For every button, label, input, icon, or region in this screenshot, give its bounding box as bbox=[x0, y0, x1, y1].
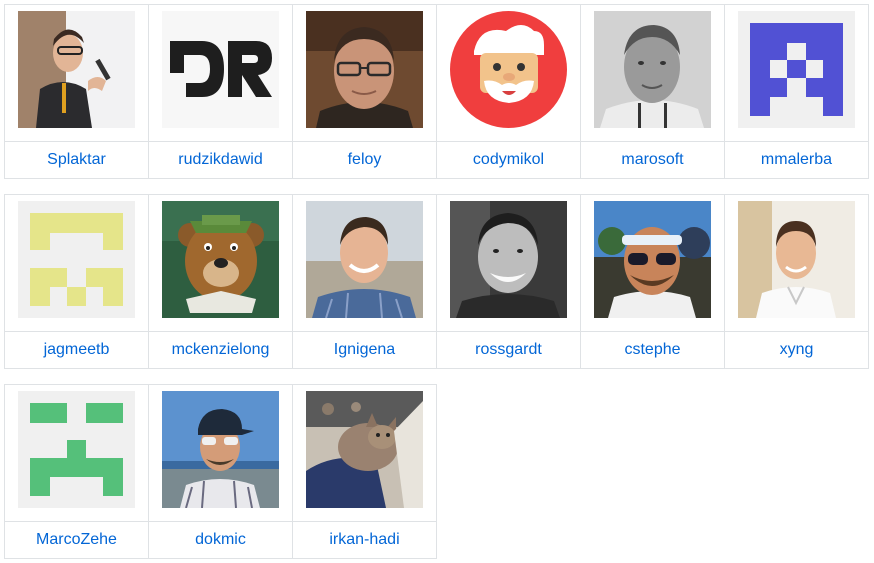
dr-logo-icon[interactable] bbox=[162, 11, 279, 128]
contributor-cell[interactable] bbox=[436, 4, 581, 142]
contributor-name-cell[interactable]: MarcoZehe bbox=[4, 521, 149, 559]
contributor-link[interactable]: jagmeetb bbox=[44, 341, 110, 358]
contributor-link[interactable]: MarcoZehe bbox=[36, 531, 117, 548]
santa-face-icon[interactable] bbox=[450, 11, 567, 128]
contributor-name-cell[interactable]: marosoft bbox=[580, 141, 725, 179]
photo-man-glasses-icon[interactable] bbox=[306, 11, 423, 128]
contributor-name-cell[interactable]: rossgardt bbox=[436, 331, 581, 369]
identicon-green-icon[interactable] bbox=[18, 391, 135, 508]
contributor-link[interactable]: Splaktar bbox=[47, 151, 106, 168]
contributor-name-cell[interactable]: mckenzielong bbox=[148, 331, 293, 369]
contributor-link[interactable]: Ignigena bbox=[334, 341, 395, 358]
photo-cat-icon[interactable] bbox=[306, 391, 423, 508]
contributor-cell[interactable] bbox=[724, 4, 869, 142]
contributor-link[interactable]: feloy bbox=[348, 151, 382, 168]
contributor-link[interactable]: xyng bbox=[780, 341, 814, 358]
identicon-yellow-icon[interactable] bbox=[18, 201, 135, 318]
contributor-cell[interactable] bbox=[148, 194, 293, 332]
contributor-name-cell[interactable]: irkan-hadi bbox=[292, 521, 437, 559]
contributor-link[interactable]: marosoft bbox=[621, 151, 683, 168]
identicon-purple-icon[interactable] bbox=[738, 11, 855, 128]
contributor-cell[interactable] bbox=[4, 384, 149, 522]
contributor-name-cell[interactable]: rudzikdawid bbox=[148, 141, 293, 179]
contributor-name-cell[interactable]: jagmeetb bbox=[4, 331, 149, 369]
contributor-cell[interactable] bbox=[4, 194, 149, 332]
contributor-cell[interactable] bbox=[292, 4, 437, 142]
photo-man-smiling-icon[interactable] bbox=[306, 201, 423, 318]
photo-man-shirt-icon[interactable] bbox=[738, 201, 855, 318]
contributor-name-cell[interactable]: codymikol bbox=[436, 141, 581, 179]
contributor-name-cell[interactable]: mmalerba bbox=[724, 141, 869, 179]
contributor-cell[interactable] bbox=[148, 384, 293, 522]
contributor-link[interactable]: irkan-hadi bbox=[329, 531, 399, 548]
contributor-name-cell[interactable]: cstephe bbox=[580, 331, 725, 369]
contributor-cell[interactable] bbox=[148, 4, 293, 142]
contributors-row-1: Splaktar rudzikdawid feloy codymikol mar… bbox=[4, 4, 869, 179]
photo-man-grayscale-icon[interactable] bbox=[594, 11, 711, 128]
contributor-name-cell[interactable]: feloy bbox=[292, 141, 437, 179]
contributor-cell[interactable] bbox=[292, 194, 437, 332]
contributor-cell[interactable] bbox=[292, 384, 437, 522]
contributor-link[interactable]: mckenzielong bbox=[172, 341, 270, 358]
contributor-name-cell[interactable]: Ignigena bbox=[292, 331, 437, 369]
contributor-link[interactable]: mmalerba bbox=[761, 151, 832, 168]
contributor-name-cell[interactable]: xyng bbox=[724, 331, 869, 369]
contributor-name-cell[interactable]: Splaktar bbox=[4, 141, 149, 179]
contributors-row-3: MarcoZehe dokmic irkan-hadi bbox=[4, 384, 437, 559]
contributor-cell[interactable] bbox=[4, 4, 149, 142]
photo-man-sunglasses-icon[interactable] bbox=[594, 201, 711, 318]
cartoon-bear-icon[interactable] bbox=[162, 201, 279, 318]
contributor-link[interactable]: codymikol bbox=[473, 151, 544, 168]
contributor-link[interactable]: cstephe bbox=[624, 341, 680, 358]
contributor-link[interactable]: rudzikdawid bbox=[178, 151, 262, 168]
contributors-row-2: jagmeetb mckenzielong Ignigena rossgardt… bbox=[4, 194, 869, 369]
contributor-cell[interactable] bbox=[580, 4, 725, 142]
contributor-link[interactable]: dokmic bbox=[195, 531, 246, 548]
photo-man-cap-icon[interactable] bbox=[162, 391, 279, 508]
photo-speaker-icon[interactable] bbox=[18, 11, 135, 128]
photo-man-bw-icon[interactable] bbox=[450, 201, 567, 318]
contributor-cell[interactable] bbox=[580, 194, 725, 332]
contributor-cell[interactable] bbox=[724, 194, 869, 332]
contributor-cell[interactable] bbox=[436, 194, 581, 332]
contributor-link[interactable]: rossgardt bbox=[475, 341, 542, 358]
contributor-name-cell[interactable]: dokmic bbox=[148, 521, 293, 559]
